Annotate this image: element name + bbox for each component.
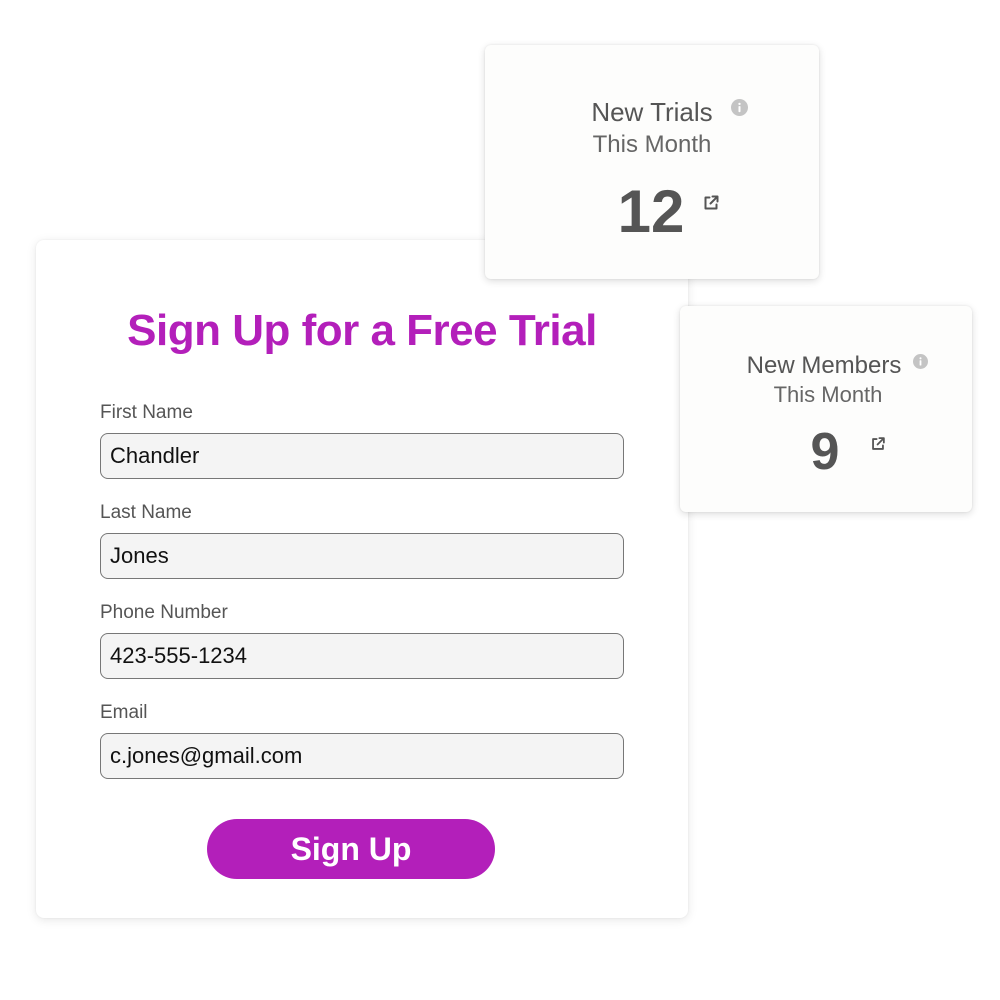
- stat-value: 9: [810, 423, 840, 481]
- first-name-input[interactable]: [100, 433, 624, 479]
- new-members-card: New Members This Month 9: [680, 306, 972, 512]
- phone-number-input[interactable]: [100, 633, 624, 679]
- last-name-input[interactable]: [100, 533, 624, 579]
- last-name-label: Last Name: [100, 502, 192, 523]
- phone-number-label: Phone Number: [100, 602, 228, 623]
- sign-up-button[interactable]: Sign Up: [207, 819, 495, 879]
- external-link-icon[interactable]: [869, 435, 887, 453]
- info-icon[interactable]: [913, 354, 928, 369]
- info-icon[interactable]: [731, 99, 748, 116]
- stat-subtitle: This Month: [592, 131, 712, 158]
- signup-card: Sign Up for a Free Trial First Name Last…: [36, 240, 688, 918]
- external-link-icon[interactable]: [701, 193, 721, 213]
- email-input[interactable]: [100, 733, 624, 779]
- new-trials-card: New Trials This Month 12: [485, 45, 819, 279]
- stat-subtitle: This Month: [773, 382, 883, 407]
- first-name-label: First Name: [100, 402, 193, 423]
- signup-title: Sign Up for a Free Trial: [127, 306, 597, 355]
- stat-title: New Trials: [591, 97, 713, 127]
- email-label: Email: [100, 702, 148, 723]
- stat-value: 12: [617, 178, 685, 245]
